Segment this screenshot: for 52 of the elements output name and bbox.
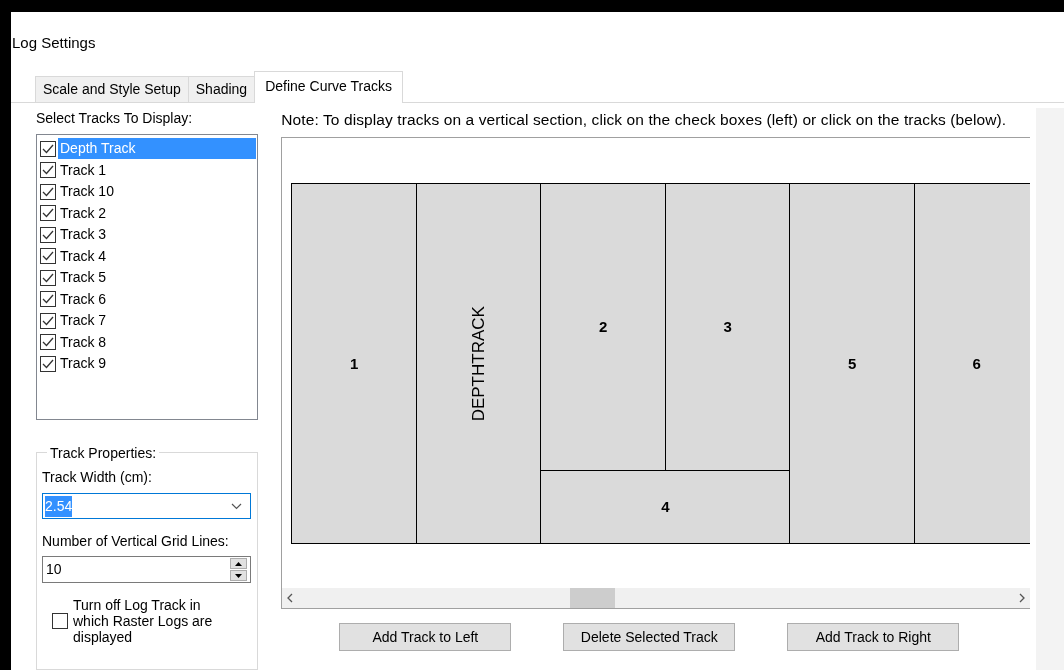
- list-item[interactable]: Track 4: [58, 245, 257, 267]
- list-item[interactable]: Track 10: [58, 181, 257, 203]
- button[interactable]: Delete Selected Track: [563, 623, 736, 652]
- track[interactable]: 6: [914, 184, 1031, 544]
- field-value: 2.54: [45, 495, 73, 517]
- checkbox[interactable]: [40, 248, 56, 265]
- up-arrow-icon: [235, 561, 243, 566]
- checkbox[interactable]: [40, 312, 56, 329]
- list-item[interactable]: Track 2: [58, 202, 257, 224]
- checkbox[interactable]: [40, 334, 56, 351]
- field-label: Number of Vertical Grid Lines:: [42, 532, 230, 551]
- down-arrow-icon: [235, 573, 243, 578]
- scroll-left-icon: [287, 593, 294, 604]
- checkbox[interactable]: [40, 269, 56, 286]
- scroll-right-icon: [1019, 593, 1026, 604]
- field-value: 10: [46, 560, 62, 579]
- button[interactable]: Add Track to Right: [787, 623, 960, 652]
- tab[interactable]: Shading: [187, 76, 256, 102]
- window-title: Log Settings: [11, 33, 97, 53]
- checkbox[interactable]: [52, 613, 68, 630]
- tab[interactable]: Scale and Style Setup: [35, 76, 189, 102]
- checkbox[interactable]: [40, 140, 56, 157]
- track[interactable]: 5: [790, 184, 914, 544]
- grid-lines-spinner[interactable]: 10: [42, 556, 252, 583]
- checkbox[interactable]: [40, 226, 56, 243]
- list-item[interactable]: Track 8: [58, 331, 257, 353]
- track[interactable]: 3: [664, 184, 790, 471]
- spin-down-button[interactable]: [230, 570, 248, 581]
- track[interactable]: DEPTHTRACK: [416, 184, 541, 544]
- list-item[interactable]: Track 3: [58, 224, 257, 246]
- checkbox[interactable]: [40, 162, 56, 179]
- tab[interactable]: Define Curve Tracks: [254, 71, 403, 103]
- caret-icon: [231, 502, 243, 510]
- note-text: Note: To display tracks on a vertical section, click on the check boxes (left) or click on the tracks (below).: [281, 110, 1008, 130]
- list-item[interactable]: Track 1: [58, 159, 257, 181]
- checkbox-label: Turn off Log Track in which Raster Logs are displayed: [73, 597, 213, 646]
- field-label: Track Width (cm):: [42, 468, 153, 487]
- checkbox[interactable]: [40, 205, 56, 222]
- list-item[interactable]: Track 9: [58, 353, 257, 375]
- scroll-thumb[interactable]: [570, 588, 616, 609]
- spin-up-button[interactable]: [230, 558, 248, 569]
- track[interactable]: 4: [541, 471, 790, 544]
- checkbox[interactable]: [40, 355, 56, 372]
- track[interactable]: 2: [541, 184, 665, 471]
- list-item[interactable]: Track 7: [58, 310, 257, 332]
- checkbox[interactable]: [40, 183, 56, 200]
- button[interactable]: Add Track to Left: [339, 623, 512, 652]
- track[interactable]: 1: [292, 184, 416, 544]
- list-item[interactable]: Track 5: [58, 267, 257, 289]
- list-item[interactable]: Track 6: [58, 288, 257, 310]
- checkbox[interactable]: [40, 291, 56, 308]
- list-label: Select Tracks To Display:: [36, 109, 194, 128]
